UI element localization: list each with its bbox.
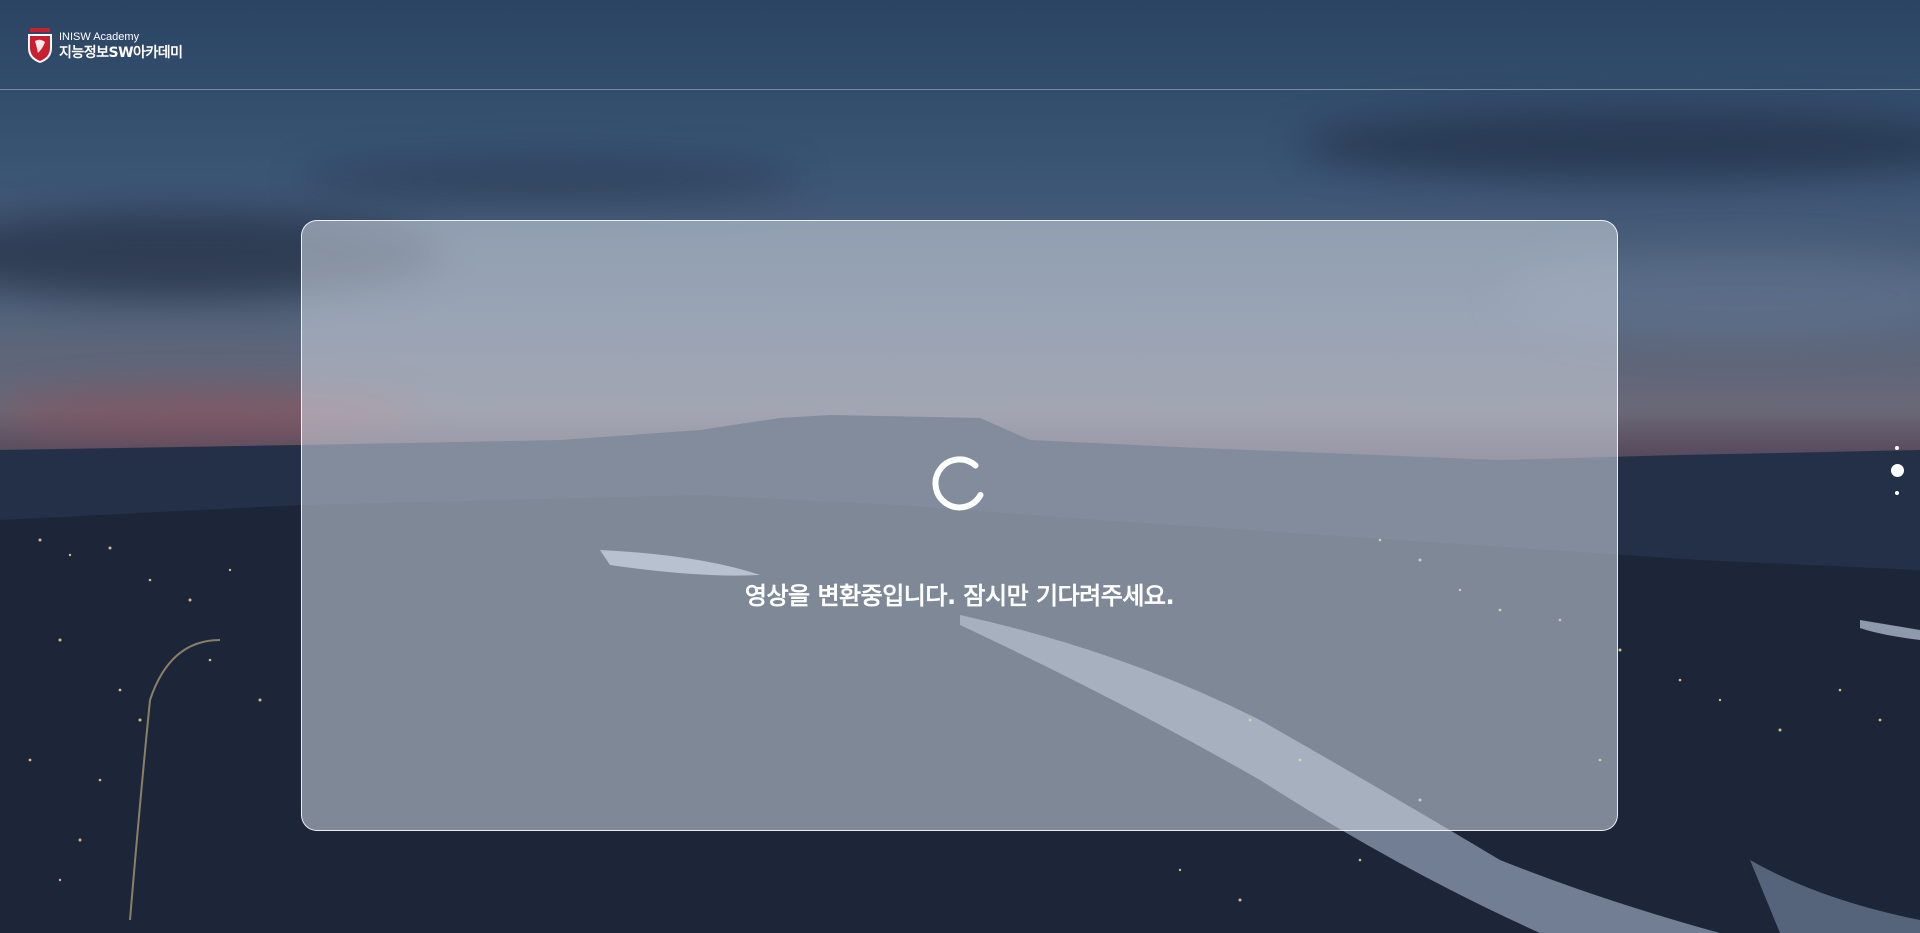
pagination-dot-1[interactable] [1895,446,1899,450]
pagination-dot-3[interactable] [1895,491,1899,495]
site-header: INISW Academy 지능정보SW아카데미 [0,0,1920,90]
logo-english-name: INISW Academy [59,31,140,43]
shield-emblem-icon [28,28,52,63]
pagination-dot-2-active[interactable] [1890,464,1904,477]
logo-korean-name: 지능정보SW아카데미 [59,45,183,61]
site-logo[interactable]: INISW Academy 지능정보SW아카데미 [27,28,183,64]
section-pagination [1890,446,1904,495]
loading-spinner-icon [932,456,984,511]
page-background: INISW Academy 지능정보SW아카데미 영상을 변환중입니다. 잠시만… [0,0,1920,933]
conversion-status-message: 영상을 변환중입니다. 잠시만 기다려주세요. [744,582,1175,610]
video-conversion-panel [301,220,1618,831]
